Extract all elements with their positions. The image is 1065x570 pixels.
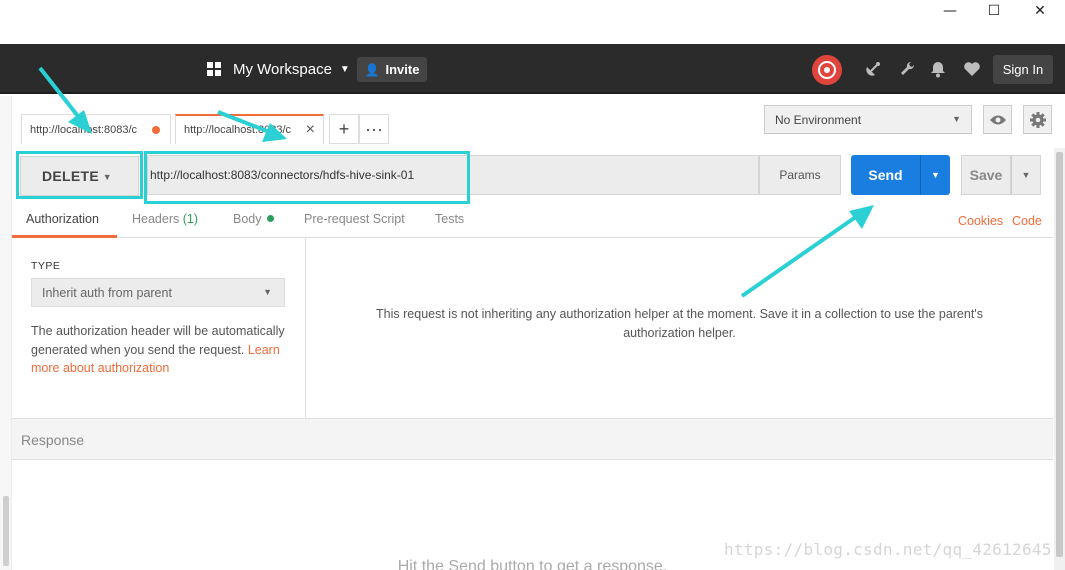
main-scrollbar[interactable] bbox=[1054, 148, 1065, 570]
tab-label: http://localhost:8083/c bbox=[184, 124, 292, 136]
environment-quick-look-button[interactable] bbox=[983, 105, 1012, 134]
invite-label: Invite bbox=[385, 62, 420, 77]
request-subtabs: Authorization Headers (1) Body Pre-reque… bbox=[12, 204, 1053, 238]
auth-inherit-message: This request is not inheriting any autho… bbox=[376, 307, 983, 340]
eye-icon bbox=[989, 115, 1006, 124]
scrollbar-thumb[interactable] bbox=[1056, 152, 1063, 557]
save-options-button[interactable]: ▼ bbox=[1011, 155, 1041, 195]
environment-selector[interactable]: No Environment ▼ bbox=[764, 105, 972, 134]
params-button[interactable]: Params bbox=[759, 155, 841, 195]
new-tab-button[interactable]: + bbox=[329, 114, 359, 144]
url-highlight-box bbox=[144, 151, 470, 204]
heart-icon[interactable] bbox=[961, 58, 983, 80]
tab-label: http://localhost:8083/c bbox=[30, 123, 138, 136]
tab-headers[interactable]: Headers (1) bbox=[132, 212, 198, 226]
app-header: My Workspace ▼ 👤 Invite Sign In bbox=[0, 44, 1065, 94]
workspace-switcher[interactable]: My Workspace ▼ bbox=[207, 58, 350, 80]
watermark-text: https://blog.csdn.net/qq_42612645 bbox=[724, 540, 1052, 559]
tab-body-label: Body bbox=[233, 212, 262, 226]
minimize-button[interactable]: — bbox=[927, 0, 973, 22]
close-tab-icon[interactable]: × bbox=[306, 121, 315, 139]
auth-help-text: The authorization header will be automat… bbox=[31, 322, 291, 378]
auth-help-body: The authorization header will be automat… bbox=[31, 324, 285, 357]
environment-label: No Environment bbox=[775, 112, 862, 127]
response-empty-hint: Hit the Send button to get a response. bbox=[397, 558, 668, 570]
response-title: Response bbox=[21, 432, 85, 448]
add-user-icon: 👤 bbox=[364, 62, 380, 77]
scrollbar-thumb[interactable] bbox=[3, 496, 9, 566]
save-button[interactable]: Save bbox=[961, 155, 1011, 195]
workspace-label: My Workspace bbox=[233, 60, 332, 78]
tab-tests[interactable]: Tests bbox=[435, 212, 464, 226]
code-link[interactable]: Code bbox=[1012, 214, 1042, 228]
wrench-icon[interactable] bbox=[897, 58, 919, 80]
close-window-button[interactable]: ✕ bbox=[1017, 0, 1063, 22]
request-tab-active[interactable]: http://localhost:8083/c × bbox=[175, 114, 324, 144]
request-tab[interactable]: http://localhost:8083/c bbox=[21, 114, 171, 144]
gear-icon bbox=[1029, 111, 1046, 128]
bell-icon[interactable] bbox=[927, 58, 949, 80]
auth-type-label: TYPE bbox=[31, 260, 61, 272]
maximize-button[interactable]: ☐ bbox=[971, 0, 1017, 22]
caret-down-icon: ▼ bbox=[263, 287, 272, 297]
cookies-link[interactable]: Cookies bbox=[958, 214, 1003, 228]
grid-icon bbox=[207, 62, 221, 76]
send-button[interactable]: Send bbox=[851, 155, 920, 195]
sidebar-scrollbar[interactable] bbox=[0, 96, 12, 570]
method-highlight-box bbox=[16, 151, 143, 199]
caret-down-icon: ▼ bbox=[339, 63, 350, 75]
tab-authorization[interactable]: Authorization bbox=[26, 212, 99, 226]
auth-config-panel: TYPE Inherit auth from parent ▼ The auth… bbox=[12, 238, 306, 418]
sign-in-button[interactable]: Sign In bbox=[993, 55, 1053, 84]
invite-button[interactable]: 👤 Invite bbox=[357, 57, 427, 82]
send-options-button[interactable]: ▼ bbox=[920, 155, 950, 195]
auth-type-value: Inherit auth from parent bbox=[42, 285, 172, 300]
tab-headers-label: Headers bbox=[132, 212, 180, 226]
more-tabs-button[interactable]: ··· bbox=[359, 114, 389, 144]
unsaved-dot-icon bbox=[152, 126, 160, 134]
satellite-icon[interactable] bbox=[862, 58, 884, 80]
caret-down-icon: ▼ bbox=[952, 114, 961, 124]
tab-pre-request-script[interactable]: Pre-request Script bbox=[304, 212, 405, 226]
sync-icon[interactable] bbox=[812, 55, 842, 85]
window-titlebar: — ☐ ✕ bbox=[0, 0, 1065, 44]
headers-count: (1) bbox=[182, 212, 199, 226]
tab-body[interactable]: Body bbox=[233, 212, 274, 226]
response-header: Response bbox=[12, 418, 1053, 460]
manage-environments-button[interactable] bbox=[1023, 105, 1052, 134]
body-status-dot-icon bbox=[266, 215, 274, 222]
auth-type-select[interactable]: Inherit auth from parent ▼ bbox=[31, 278, 285, 307]
